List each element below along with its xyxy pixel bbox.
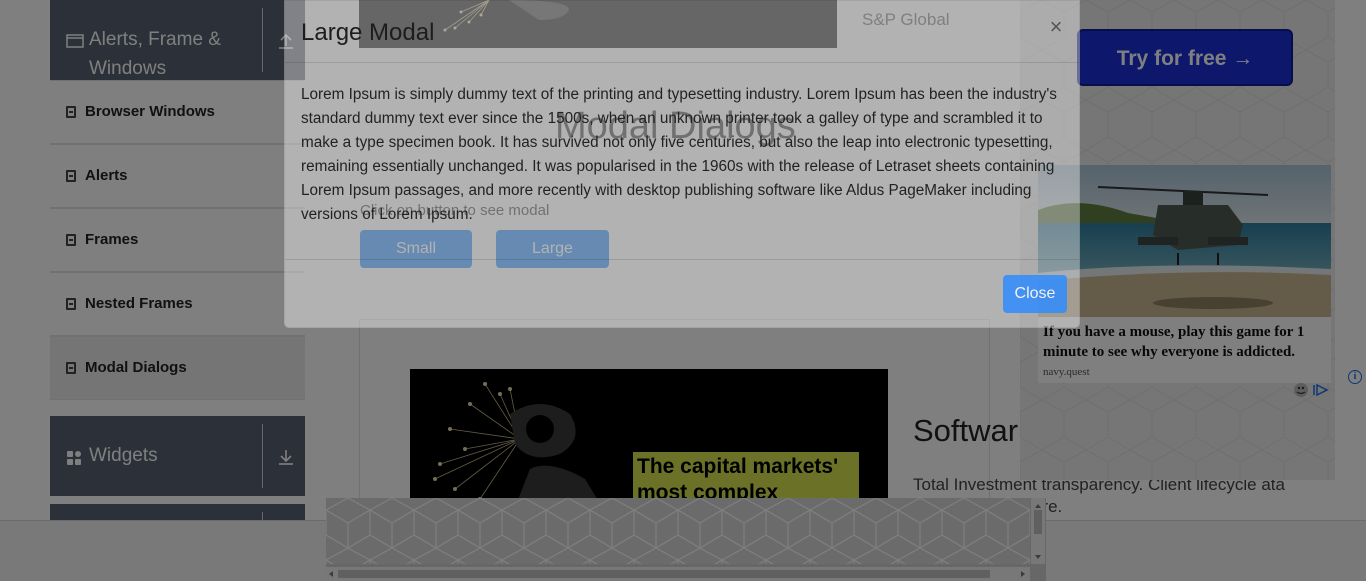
modal-body-text: Lorem Ipsum is simply dummy text of the … — [301, 86, 1057, 223]
modal-title: Large Modal — [301, 19, 435, 46]
modal-header: Large Modal × — [285, 1, 1079, 63]
close-icon[interactable]: × — [1047, 15, 1065, 39]
modal-footer: Close — [285, 259, 1079, 327]
close-button[interactable]: Close — [1003, 275, 1067, 313]
large-modal: Large Modal × Lorem Ipsum is simply dumm… — [284, 0, 1080, 328]
